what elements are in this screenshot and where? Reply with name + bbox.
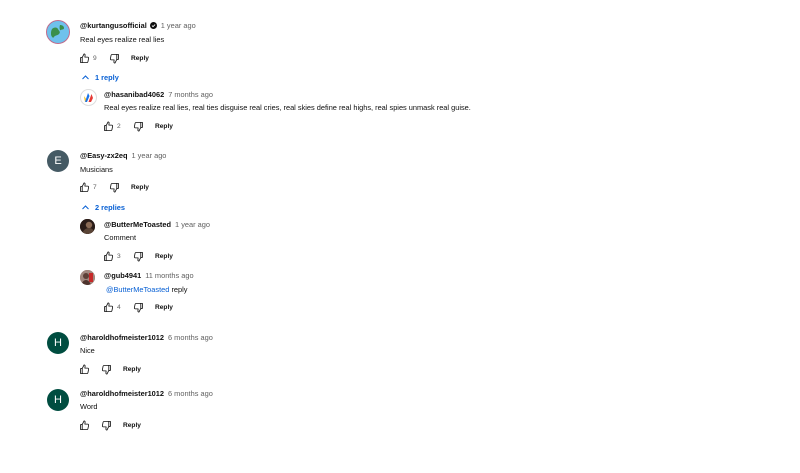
comment-author[interactable]: @Easy-zx2eq (80, 151, 127, 160)
like-button[interactable]: 9 (79, 53, 109, 64)
comment-header: @haroldhofmeister1012 6 months ago (80, 388, 213, 398)
thumb-down-icon (109, 53, 120, 64)
thumb-up-icon (79, 420, 90, 431)
globe-avatar-icon (47, 21, 69, 43)
like-count: 7 (93, 183, 97, 191)
avatar[interactable]: H (47, 389, 69, 411)
thumb-up-icon (103, 302, 114, 313)
reply-button[interactable]: Reply (155, 253, 173, 260)
like-button[interactable] (79, 420, 101, 431)
reply-author[interactable]: @gub4941 (104, 271, 141, 280)
avatar-letter: E (54, 155, 62, 167)
comment-timestamp[interactable]: 6 months ago (168, 389, 213, 398)
reply-button[interactable]: Reply (123, 422, 141, 429)
reply-header: @gub4941 11 months ago (104, 270, 194, 280)
comment-author[interactable]: @haroldhofmeister1012 (80, 389, 164, 398)
comment-author[interactable]: @kurtangusofficial (80, 21, 147, 30)
dislike-button[interactable] (101, 420, 123, 431)
thumb-down-icon (133, 121, 144, 132)
verified-badge-icon (149, 21, 157, 29)
comment-text: Real eyes realize real lies (80, 35, 165, 44)
comment-timestamp[interactable]: 6 months ago (168, 333, 213, 342)
comment-actions: 9 Reply (79, 51, 149, 65)
comment-header: @haroldhofmeister1012 6 months ago (80, 332, 213, 342)
reply-button[interactable]: Reply (155, 304, 173, 311)
like-count: 4 (117, 303, 121, 311)
thumb-up-icon (79, 182, 90, 193)
comment-text: Nice (80, 346, 95, 355)
avatar[interactable] (46, 20, 70, 44)
reply-actions: 2 Reply (103, 119, 173, 133)
thumb-up-icon (79, 364, 90, 375)
reply-button[interactable]: Reply (123, 366, 141, 373)
thumb-down-icon (133, 251, 144, 262)
thumb-up-icon (103, 121, 114, 132)
reply-timestamp[interactable]: 11 months ago (145, 271, 193, 280)
reply-actions: 4 Reply (103, 300, 173, 314)
like-button[interactable]: 7 (79, 182, 109, 193)
user-mention-link[interactable]: @ButterMeToasted (106, 285, 169, 294)
thumb-up-icon (103, 251, 114, 262)
comment-actions: Reply (79, 362, 141, 376)
avatar-letter: H (54, 337, 62, 349)
thumb-up-icon (79, 53, 90, 64)
like-button[interactable]: 2 (103, 121, 133, 132)
replies-toggle-button[interactable]: 2 replies (81, 203, 125, 212)
comment-timestamp[interactable]: 1 year ago (131, 151, 166, 160)
dislike-button[interactable] (109, 182, 131, 193)
chevron-up-icon (81, 203, 90, 212)
replies-toggle-label: 1 reply (95, 73, 119, 82)
reply-timestamp[interactable]: 7 months ago (168, 90, 213, 99)
dislike-button[interactable] (133, 251, 155, 262)
avatar[interactable] (80, 89, 97, 106)
reply-actions: 3 Reply (103, 249, 173, 263)
avatar[interactable] (80, 219, 95, 234)
avatar[interactable]: E (47, 150, 69, 172)
avatar[interactable]: H (47, 332, 69, 354)
comment-header: @kurtangusofficial 1 year ago (80, 20, 196, 30)
like-count: 3 (117, 252, 121, 260)
reply-timestamp[interactable]: 1 year ago (175, 220, 210, 229)
comment-timestamp[interactable]: 1 year ago (161, 21, 196, 30)
dislike-button[interactable] (133, 302, 155, 313)
reply-author[interactable]: @ButterMeToasted (104, 220, 171, 229)
comment-actions: 7 Reply (79, 180, 149, 194)
reply-text: Real eyes realize real lies, real ties d… (104, 103, 471, 112)
dislike-button[interactable] (101, 364, 123, 375)
comment-header: @Easy-zx2eq 1 year ago (80, 150, 166, 160)
like-button[interactable]: 3 (103, 251, 133, 262)
thumb-down-icon (133, 302, 144, 313)
replies-toggle-button[interactable]: 1 reply (81, 73, 119, 82)
chevron-up-icon (81, 73, 90, 82)
like-count: 9 (93, 54, 97, 62)
reply-author[interactable]: @hasanibad4062 (104, 90, 164, 99)
reply-button[interactable]: Reply (155, 123, 173, 130)
like-count: 2 (117, 122, 121, 130)
reply-text: Comment (104, 233, 137, 242)
reply-header: @hasanibad4062 7 months ago (104, 89, 213, 99)
logo-avatar-icon (84, 93, 93, 102)
photo-avatar-icon (80, 270, 95, 285)
reply-button[interactable]: Reply (131, 184, 149, 191)
reply-text-body: reply (171, 285, 188, 294)
like-button[interactable] (79, 364, 101, 375)
avatar-letter: H (54, 394, 62, 406)
dislike-button[interactable] (133, 121, 155, 132)
reply-button[interactable]: Reply (131, 55, 149, 62)
like-button[interactable]: 4 (103, 302, 133, 313)
thumb-down-icon (109, 182, 120, 193)
photo-avatar-icon (80, 219, 95, 234)
comment-text: Word (80, 402, 98, 411)
comment-author[interactable]: @haroldhofmeister1012 (80, 333, 164, 342)
comment-actions: Reply (79, 418, 141, 432)
dislike-button[interactable] (109, 53, 131, 64)
thumb-down-icon (101, 420, 112, 431)
avatar[interactable] (80, 270, 95, 285)
replies-toggle-label: 2 replies (95, 203, 125, 212)
reply-header: @ButterMeToasted 1 year ago (104, 219, 210, 229)
thumb-down-icon (101, 364, 112, 375)
reply-text: @ButterMeToasted reply (106, 285, 187, 294)
comment-text: Musicians (80, 165, 113, 174)
